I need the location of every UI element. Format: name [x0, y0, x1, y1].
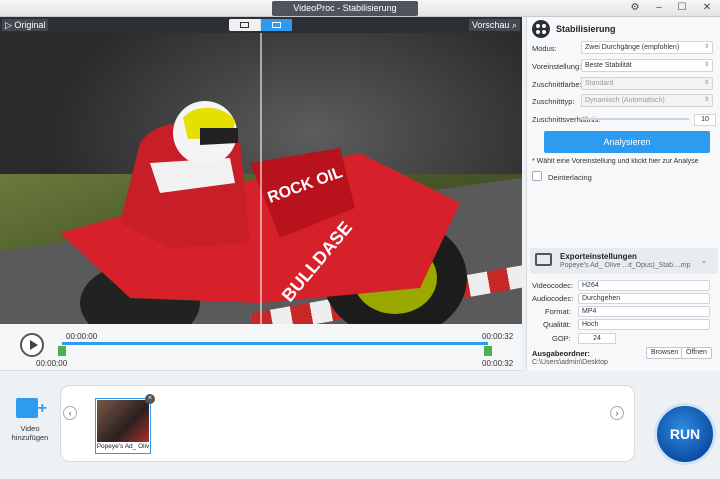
scroll-right-button[interactable]: › — [610, 406, 624, 420]
trim-start-handle[interactable] — [58, 346, 66, 356]
preview-tab[interactable]: Vorschau ⌕ — [468, 19, 520, 31]
single-view-button[interactable] — [229, 19, 260, 31]
videocodec-label: Videocodec: — [532, 281, 574, 290]
trim-end-handle[interactable] — [484, 346, 492, 356]
stabilization-title: Stabilisierung — [556, 24, 616, 34]
split-view-icon — [272, 22, 281, 28]
close-button[interactable]: ✕ — [700, 2, 714, 14]
crop-type-label: Zuschnitttyp: — [532, 97, 575, 106]
split-view-button[interactable] — [261, 19, 292, 31]
quality-label: Qualität: — [543, 320, 571, 329]
crop-color-label: Zuschnittfarbe: — [532, 80, 582, 89]
minimize-button[interactable]: – — [652, 2, 666, 14]
clip-thumbnail[interactable]: Popeye's Ad_ Oliv × — [95, 394, 155, 454]
crop-type-select[interactable]: Dynamisch (Automatisch) ⇕ — [581, 94, 713, 107]
audiocodec-select[interactable]: Durchgehen — [578, 293, 710, 304]
preset-select[interactable]: Beste Stabilität ⇕ — [581, 59, 713, 72]
settings-gear-icon[interactable]: ⚙ — [628, 2, 642, 14]
timeline-bar[interactable] — [62, 342, 488, 345]
browse-button[interactable]: Browsen — [646, 347, 684, 359]
mode-select[interactable]: Zwei Durchgänge (empfohlen) ⇕ — [581, 41, 713, 54]
window-title: VideoProc - Stabilisierung — [272, 1, 418, 16]
analyze-button[interactable]: Analysieren — [544, 131, 710, 153]
clip-caption: Popeye's Ad_ Oliv — [96, 443, 150, 450]
time-start-top: 00:00:00 — [66, 332, 98, 341]
split-divider[interactable] — [260, 33, 262, 324]
crop-color-select[interactable]: Standard ⇕ — [581, 77, 713, 90]
mode-label: Modus: — [532, 44, 557, 53]
single-view-icon — [240, 22, 249, 28]
crop-ratio-value[interactable]: 10 — [694, 114, 716, 126]
maximize-button[interactable]: ☐ — [675, 2, 689, 14]
time-end-bottom: 00:00:32 — [482, 359, 514, 368]
crop-type-value: Dynamisch (Automatisch) — [585, 97, 665, 104]
remove-clip-icon[interactable]: × — [145, 394, 155, 404]
output-folder-label: Ausgabeordner: — [532, 349, 590, 358]
title-bar: VideoProc - Stabilisierung ⚙ – ☐ ✕ — [0, 0, 720, 17]
mode-value: Zwei Durchgänge (empfohlen) — [585, 44, 680, 51]
updown-icon: ⇕ — [703, 44, 709, 50]
gop-label: GOP: — [552, 334, 571, 343]
add-video-label[interactable]: Video hinzufügen — [8, 424, 52, 442]
view-mode-toggle[interactable] — [229, 19, 292, 31]
play-button[interactable] — [20, 333, 44, 357]
time-start-bottom: 00:00:00 — [36, 359, 68, 368]
crop-ratio-slider[interactable] — [581, 118, 689, 120]
output-folder-path: C:\Users\admin\Desktop — [532, 359, 608, 366]
open-button[interactable]: Öffnen — [681, 347, 712, 359]
run-button[interactable]: RUN — [654, 403, 716, 465]
updown-icon: ⇕ — [703, 62, 709, 68]
scroll-left-button[interactable]: ‹ — [63, 406, 77, 420]
monitor-icon — [535, 253, 552, 266]
preview-header: ▷ Original Vorschau ⌕ — [0, 17, 522, 33]
format-label: Format: — [545, 307, 571, 316]
export-filename: Popeye's Ad_ Olive ...it_Opus)_Stab....m… — [560, 262, 690, 269]
videocodec-select[interactable]: H264 — [578, 280, 710, 291]
updown-icon: ⇕ — [703, 80, 709, 86]
preset-label: Voreinstellung: — [532, 62, 582, 71]
original-label: Original — [14, 20, 46, 30]
preview-label: Vorschau — [471, 20, 510, 30]
gop-input[interactable]: 24 — [578, 333, 616, 344]
add-video-icon[interactable] — [16, 398, 47, 418]
clip-thumbnail-image — [97, 400, 149, 442]
export-title: Exporteinstellungen — [560, 252, 637, 261]
crop-color-value: Standard — [585, 80, 614, 87]
deinterlace-checkbox[interactable] — [532, 171, 542, 181]
analyze-hint: * Wählt eine Voreinstellung und klickt h… — [532, 158, 699, 165]
updown-icon: ⇕ — [703, 97, 709, 103]
time-end-top: 00:00:32 — [482, 332, 514, 341]
search-icon: ⌕ — [511, 20, 517, 30]
chevron-down-icon[interactable]: ⌄ — [700, 255, 708, 266]
preset-value: Beste Stabilität — [585, 62, 632, 69]
format-select[interactable]: MP4 — [578, 306, 710, 317]
film-reel-icon — [532, 20, 550, 38]
original-tab[interactable]: ▷ Original — [2, 19, 49, 31]
deinterlace-label: Deinterlacing — [548, 173, 592, 182]
quality-select[interactable]: Hoch — [578, 319, 710, 330]
audiocodec-label: Audiocodec: — [532, 294, 574, 303]
